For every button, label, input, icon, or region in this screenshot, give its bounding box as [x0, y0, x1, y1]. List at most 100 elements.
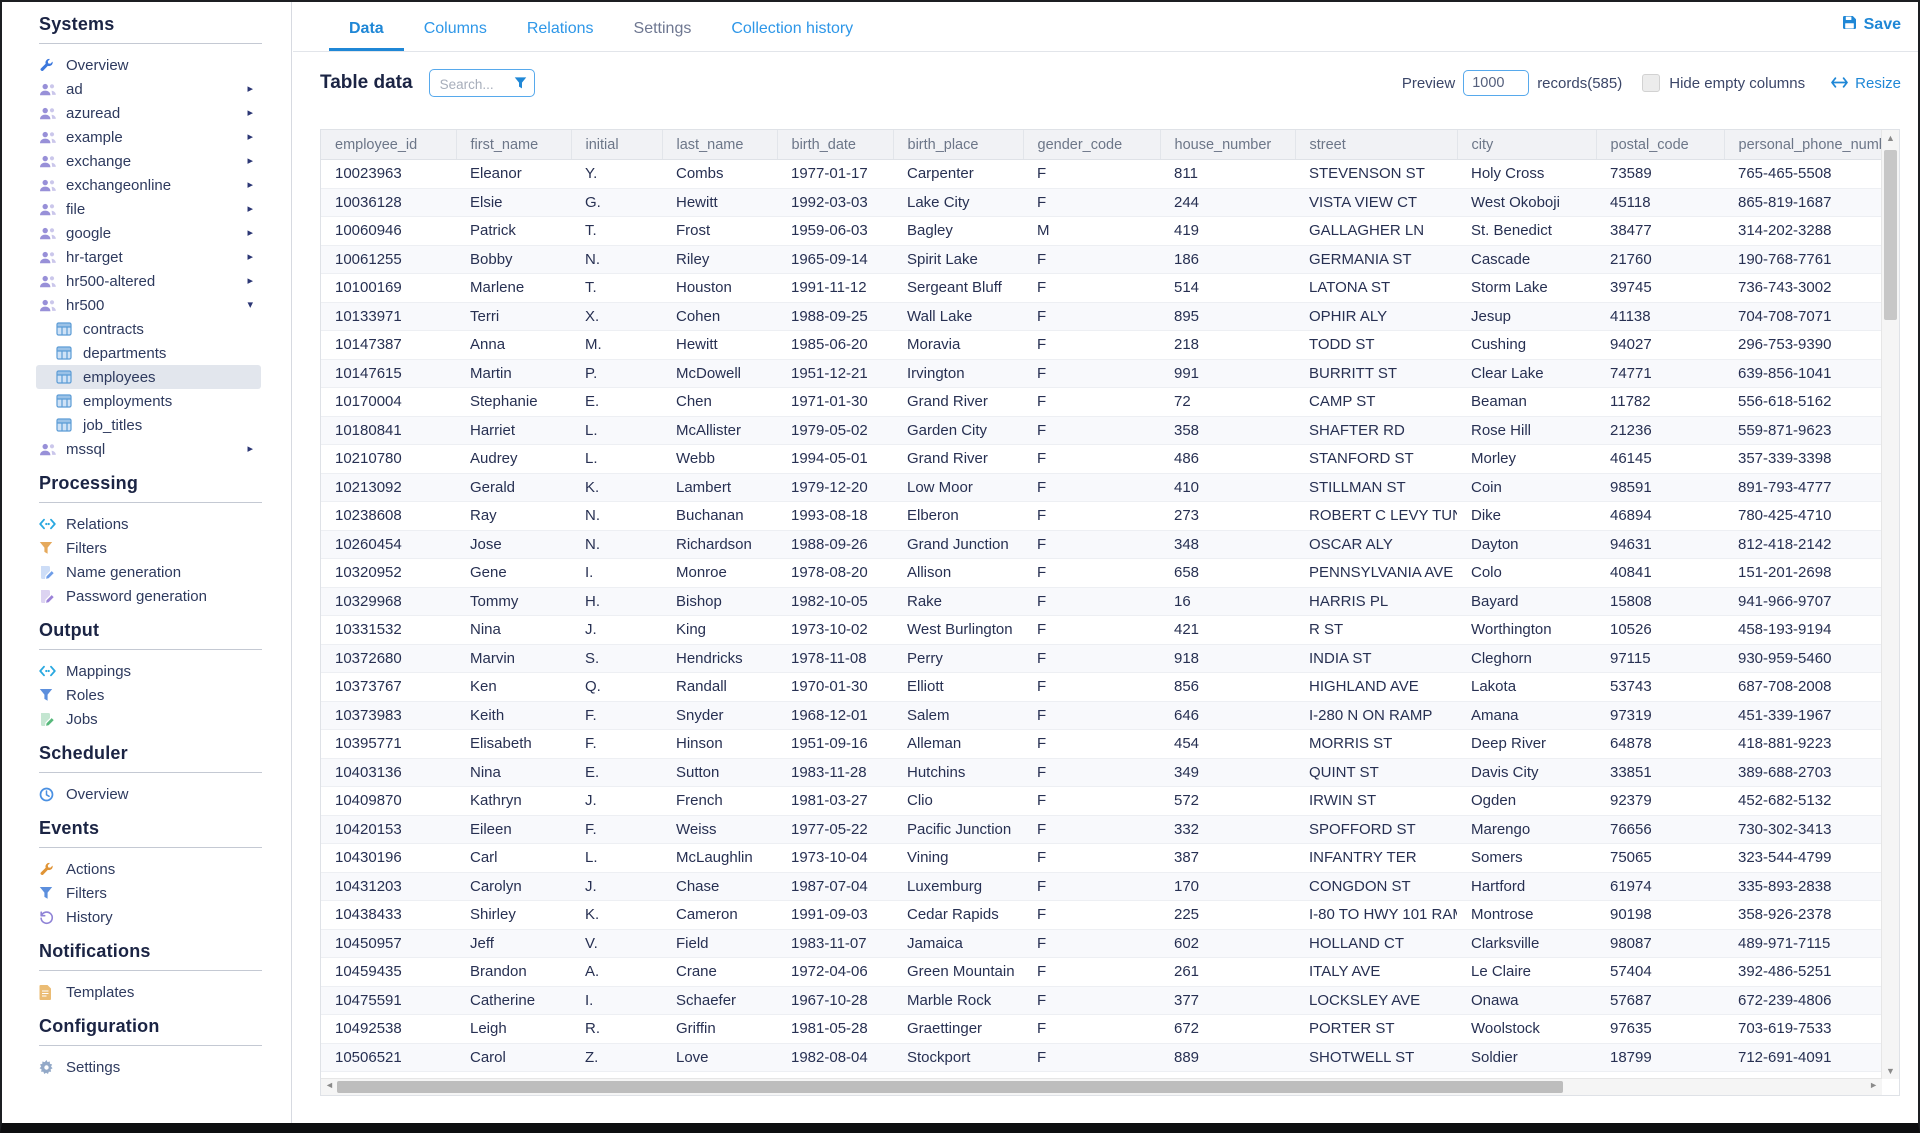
sidebar-item-ad[interactable]: ad▸	[2, 77, 291, 101]
table-row[interactable]: 10506521CarolZ.Love1982-08-04StockportF8…	[321, 1043, 1882, 1072]
sidebar-item-example[interactable]: example▸	[2, 125, 291, 149]
table-row[interactable]: 10260454JoseN.Richardson1988-09-26Grand …	[321, 530, 1882, 559]
sidebar-item-templates[interactable]: Templates	[2, 980, 291, 1004]
table-row[interactable]: 10373767KenQ.Randall1970-01-30ElliottF85…	[321, 673, 1882, 702]
table-row[interactable]: 10238608RayN.Buchanan1993-08-18ElberonF2…	[321, 502, 1882, 531]
table-row[interactable]: 10133971TerriX.Cohen1988-09-25Wall LakeF…	[321, 302, 1882, 331]
column-header-birth-date[interactable]: birth_date	[777, 130, 893, 160]
scroll-down-arrow-icon[interactable]: ▼	[1882, 1066, 1899, 1076]
chevron-right-icon[interactable]: ▸	[247, 108, 253, 119]
preview-count-input[interactable]	[1463, 70, 1529, 96]
table-row[interactable]: 10450957JeffV.Field1983-11-07JamaicaF602…	[321, 929, 1882, 958]
column-header-postal-code[interactable]: postal_code	[1596, 130, 1724, 160]
horizontal-scroll-thumb[interactable]	[337, 1081, 1563, 1093]
chevron-right-icon[interactable]: ▸	[247, 252, 253, 263]
table-row[interactable]: 10100169MarleneT.Houston1991-11-12Sergea…	[321, 274, 1882, 303]
table-row[interactable]: 10036128ElsieG.Hewitt1992-03-03Lake City…	[321, 188, 1882, 217]
tab-data[interactable]: Data	[329, 20, 404, 51]
column-header-personal-phone-number[interactable]: personal_phone_number	[1724, 130, 1882, 160]
table-row[interactable]: 10395771ElisabethF.Hinson1951-09-16Allem…	[321, 730, 1882, 759]
table-row[interactable]: 10060946PatrickT.Frost1959-06-03BagleyM4…	[321, 217, 1882, 246]
sidebar-item-employments[interactable]: employments	[2, 389, 291, 413]
save-button[interactable]: Save	[1842, 15, 1901, 35]
table-row[interactable]: 10331532NinaJ.King1973-10-02West Burling…	[321, 616, 1882, 645]
sidebar-item-departments[interactable]: departments	[2, 341, 291, 365]
sidebar-item-file[interactable]: file▸	[2, 197, 291, 221]
sidebar-item-hr-target[interactable]: hr-target▸	[2, 245, 291, 269]
table-row[interactable]: 10420153EileenF.Weiss1977-05-22Pacific J…	[321, 815, 1882, 844]
sidebar-item-job-titles[interactable]: job_titles	[2, 413, 291, 437]
tab-columns[interactable]: Columns	[404, 20, 507, 51]
column-header-city[interactable]: city	[1457, 130, 1596, 160]
sidebar-item-filters[interactable]: Filters	[2, 881, 291, 905]
table-row[interactable]: 10438433ShirleyK.Cameron1991-09-03Cedar …	[321, 901, 1882, 930]
sidebar-item-jobs[interactable]: Jobs	[2, 707, 291, 731]
scroll-left-arrow-icon[interactable]: ◄	[325, 1080, 334, 1090]
tab-relations[interactable]: Relations	[507, 20, 614, 51]
table-row[interactable]: 10459435BrandonA.Crane1972-04-06Green Mo…	[321, 958, 1882, 987]
column-header-first-name[interactable]: first_name	[456, 130, 571, 160]
chevron-right-icon[interactable]: ▸	[247, 180, 253, 191]
sidebar-item-azuread[interactable]: azuread▸	[2, 101, 291, 125]
resize-button[interactable]: Resize	[1831, 75, 1901, 92]
sidebar-item-name-generation[interactable]: Name generation	[2, 560, 291, 584]
table-row[interactable]: 10170004StephanieE.Chen1971-01-30Grand R…	[321, 388, 1882, 417]
table-row[interactable]: 10061255BobbyN.Riley1965-09-14Spirit Lak…	[321, 245, 1882, 274]
tab-settings[interactable]: Settings	[614, 20, 712, 51]
table-row[interactable]: 10210780AudreyL.Webb1994-05-01Grand Rive…	[321, 445, 1882, 474]
table-row[interactable]: 10147615MartinP.McDowell1951-12-21Irving…	[321, 359, 1882, 388]
hide-empty-checkbox[interactable]	[1642, 74, 1660, 92]
column-header-gender-code[interactable]: gender_code	[1023, 130, 1160, 160]
sidebar-item-contracts[interactable]: contracts	[2, 317, 291, 341]
sidebar-item-overview[interactable]: Overview	[2, 53, 291, 77]
sidebar-item-mappings[interactable]: Mappings	[2, 659, 291, 683]
scroll-up-arrow-icon[interactable]: ▲	[1882, 133, 1899, 143]
sidebar-item-settings[interactable]: Settings	[2, 1055, 291, 1079]
column-header-street[interactable]: street	[1295, 130, 1457, 160]
table-row[interactable]: 10023963EleanorY.Combs1977-01-17Carpente…	[321, 160, 1882, 189]
scroll-right-arrow-icon[interactable]: ►	[1869, 1080, 1878, 1090]
table-row[interactable]: 10329968TommyH.Bishop1982-10-05RakeF16HA…	[321, 587, 1882, 616]
table-row[interactable]: 10147387AnnaM.Hewitt1985-06-20MoraviaF21…	[321, 331, 1882, 360]
column-header-house-number[interactable]: house_number	[1160, 130, 1295, 160]
table-row[interactable]: 10372680MarvinS.Hendricks1978-11-08Perry…	[321, 644, 1882, 673]
sidebar-item-exchangeonline[interactable]: exchangeonline▸	[2, 173, 291, 197]
sidebar-item-google[interactable]: google▸	[2, 221, 291, 245]
table-row[interactable]: 10180841HarrietL.McAllister1979-05-02Gar…	[321, 416, 1882, 445]
table-row[interactable]: 10320952GeneI.Monroe1978-08-20AllisonF65…	[321, 559, 1882, 588]
sidebar-item-history[interactable]: History	[2, 905, 291, 929]
chevron-right-icon[interactable]: ▸	[247, 132, 253, 143]
vertical-scroll-thumb[interactable]	[1884, 150, 1897, 320]
sidebar-item-hr500-altered[interactable]: hr500-altered▸	[2, 269, 291, 293]
sidebar-item-exchange[interactable]: exchange▸	[2, 149, 291, 173]
sidebar-item-roles[interactable]: Roles	[2, 683, 291, 707]
sidebar-item-mssql[interactable]: mssql▸	[2, 437, 291, 461]
sidebar-item-relations[interactable]: Relations	[2, 512, 291, 536]
search-input[interactable]	[438, 71, 514, 97]
table-row[interactable]: 10403136NinaE.Sutton1983-11-28HutchinsF3…	[321, 758, 1882, 787]
sidebar-item-password-generation[interactable]: Password generation	[2, 584, 291, 608]
sidebar-item-employees[interactable]: employees	[36, 365, 261, 389]
filter-icon[interactable]	[514, 76, 527, 95]
column-header-last-name[interactable]: last_name	[662, 130, 777, 160]
table-row[interactable]: 10492538LeighR.Griffin1981-05-28Graettin…	[321, 1015, 1882, 1044]
table-row[interactable]: 10430196CarlL.McLaughlin1973-10-04Vining…	[321, 844, 1882, 873]
chevron-right-icon[interactable]: ▸	[247, 204, 253, 215]
tab-collection-history[interactable]: Collection history	[711, 20, 873, 51]
sidebar-item-overview[interactable]: Overview	[2, 782, 291, 806]
table-row[interactable]: 10373983KeithF.Snyder1968-12-01SalemF646…	[321, 701, 1882, 730]
column-header-birth-place[interactable]: birth_place	[893, 130, 1023, 160]
sidebar-item-actions[interactable]: Actions	[2, 857, 291, 881]
table-row[interactable]: 10475591CatherineI.Schaefer1967-10-28Mar…	[321, 986, 1882, 1015]
chevron-down-icon[interactable]: ▾	[247, 300, 253, 311]
table-row[interactable]: 10213092GeraldK.Lambert1979-12-20Low Moo…	[321, 473, 1882, 502]
vertical-scrollbar[interactable]: ▲ ▼	[1881, 130, 1899, 1079]
horizontal-scrollbar[interactable]: ◄ ►	[321, 1078, 1882, 1095]
chevron-right-icon[interactable]: ▸	[247, 156, 253, 167]
chevron-right-icon[interactable]: ▸	[247, 276, 253, 287]
chevron-right-icon[interactable]: ▸	[247, 228, 253, 239]
column-header-initial[interactable]: initial	[571, 130, 662, 160]
sidebar-item-hr500[interactable]: hr500▾	[2, 293, 291, 317]
column-header-employee-id[interactable]: employee_id	[321, 130, 456, 160]
chevron-right-icon[interactable]: ▸	[247, 84, 253, 95]
